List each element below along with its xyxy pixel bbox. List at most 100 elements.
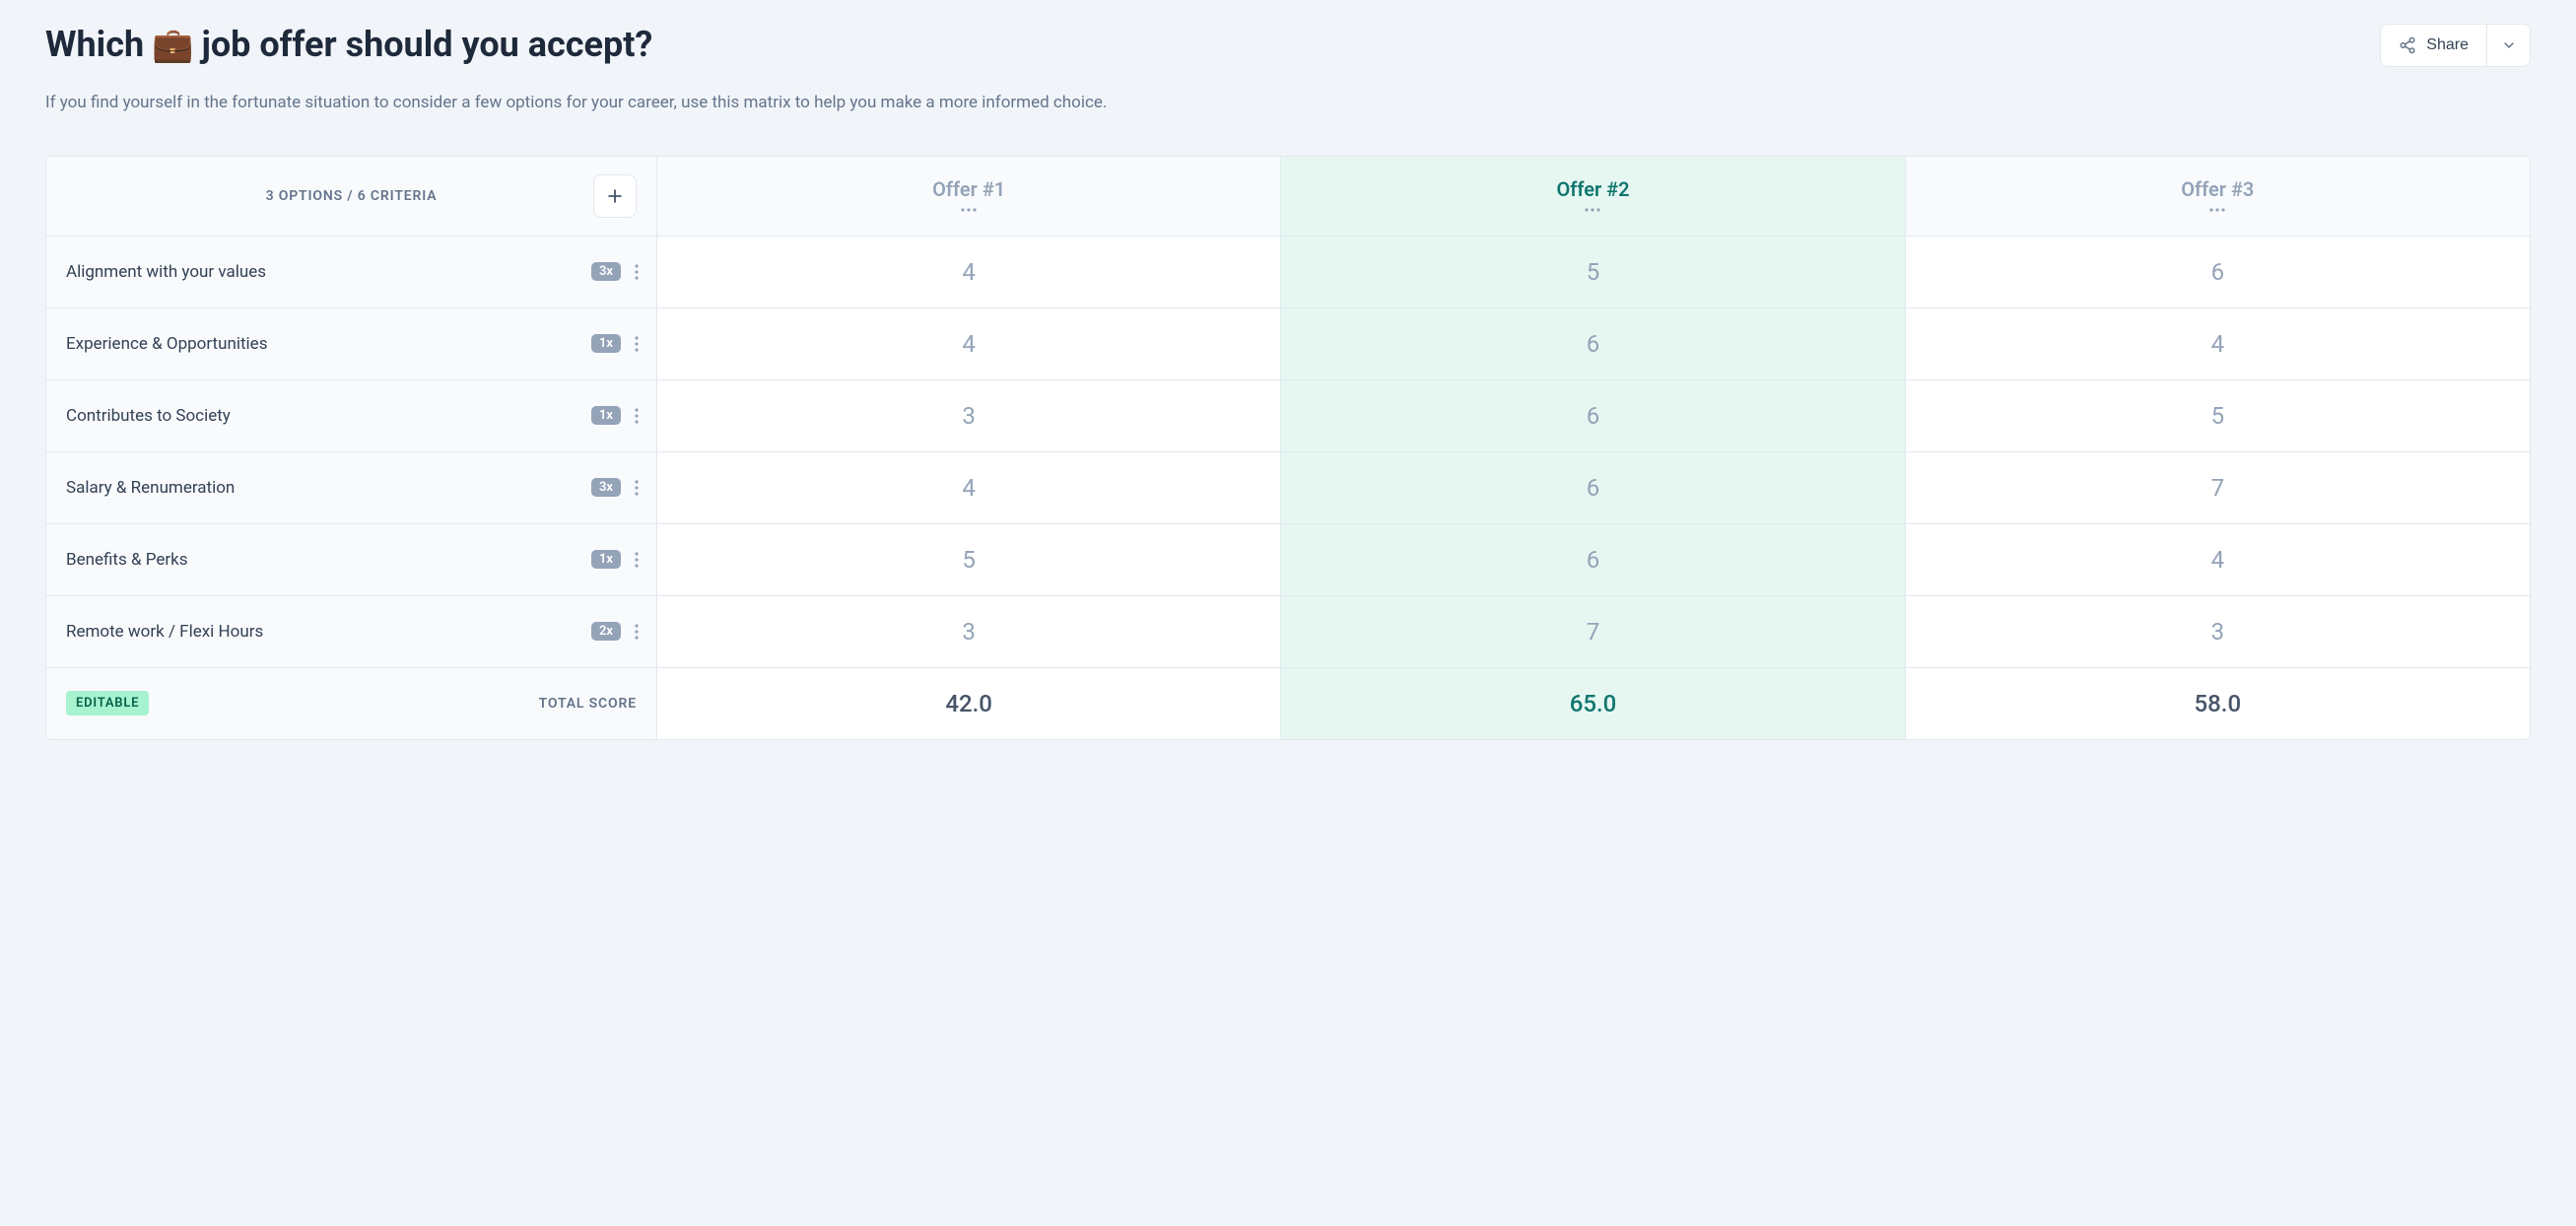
- more-vertical-icon: [635, 335, 639, 353]
- add-option-button[interactable]: [593, 174, 637, 218]
- option-header[interactable]: Offer #1: [657, 157, 1281, 236]
- criteria-weight-badge[interactable]: 1x: [591, 550, 621, 569]
- criteria-controls: 3x: [591, 259, 641, 285]
- score-value: 4: [962, 474, 976, 502]
- total-score-cell: 42.0: [657, 668, 1281, 739]
- more-vertical-icon: [635, 623, 639, 641]
- more-horizontal-icon: [2208, 207, 2226, 213]
- criteria-label: Contributes to Society: [66, 406, 231, 426]
- score-cell[interactable]: 3: [657, 596, 1281, 667]
- score-cell[interactable]: 6: [1906, 237, 2530, 307]
- score-value: 3: [2211, 618, 2225, 646]
- criteria-label: Salary & Renumeration: [66, 478, 235, 498]
- option-menu-button[interactable]: [1582, 205, 1603, 215]
- score-value: 5: [962, 546, 976, 574]
- score-value: 5: [1587, 258, 1600, 286]
- criteria-menu-button[interactable]: [633, 619, 641, 645]
- score-cell[interactable]: 6: [1281, 380, 1905, 451]
- more-horizontal-icon: [960, 207, 978, 213]
- total-score-cell: 65.0: [1281, 668, 1905, 739]
- score-cell[interactable]: 7: [1281, 596, 1905, 667]
- score-cell[interactable]: 5: [1281, 237, 1905, 307]
- share-button-group: Share: [2380, 24, 2531, 67]
- score-value: 4: [2211, 330, 2225, 358]
- criteria-label: Experience & Opportunities: [66, 334, 267, 354]
- criteria-controls: 2x: [591, 619, 641, 645]
- criteria-weight-badge[interactable]: 2x: [591, 622, 621, 641]
- score-value: 6: [1587, 474, 1600, 502]
- option-name: Offer #2: [1556, 177, 1629, 201]
- share-button[interactable]: Share: [2381, 25, 2486, 66]
- criteria-label: Alignment with your values: [66, 262, 266, 282]
- page-title: Which 💼 job offer should you accept?: [45, 24, 652, 66]
- criteria-menu-button[interactable]: [633, 547, 641, 573]
- score-cell[interactable]: 4: [657, 308, 1281, 379]
- more-vertical-icon: [635, 407, 639, 425]
- title-part-after: job offer should you accept?: [201, 24, 652, 66]
- criteria-cell[interactable]: Remote work / Flexi Hours 2x: [46, 596, 657, 667]
- score-value: 3: [962, 618, 976, 646]
- page-subtitle: If you find yourself in the fortunate si…: [45, 91, 2531, 116]
- option-name: Offer #1: [932, 177, 1005, 201]
- option-header[interactable]: Offer #3: [1906, 157, 2530, 236]
- criteria-cell[interactable]: Benefits & Perks 1x: [46, 524, 657, 595]
- total-score-label: TOTAL SCORE: [539, 696, 637, 712]
- criteria-controls: 1x: [591, 547, 641, 573]
- criteria-controls: 1x: [591, 331, 641, 357]
- criteria-menu-button[interactable]: [633, 403, 641, 429]
- score-value: 4: [962, 258, 976, 286]
- total-score-value: 42.0: [945, 690, 992, 717]
- criteria-controls: 3x: [591, 475, 641, 501]
- score-value: 4: [962, 330, 976, 358]
- score-cell[interactable]: 3: [1906, 596, 2530, 667]
- score-cell[interactable]: 5: [657, 524, 1281, 595]
- criteria-menu-button[interactable]: [633, 331, 641, 357]
- briefcase-icon: 💼: [152, 29, 193, 62]
- criteria-controls: 1x: [591, 403, 641, 429]
- score-value: 6: [1587, 330, 1600, 358]
- share-dropdown-button[interactable]: [2486, 25, 2530, 66]
- score-value: 7: [2211, 474, 2225, 502]
- score-value: 5: [2211, 402, 2225, 430]
- more-vertical-icon: [635, 551, 639, 569]
- score-cell[interactable]: 3: [657, 380, 1281, 451]
- criteria-label: Benefits & Perks: [66, 550, 188, 570]
- score-cell[interactable]: 4: [1906, 308, 2530, 379]
- share-button-label: Share: [2426, 36, 2469, 54]
- title-part-before: Which: [45, 24, 144, 66]
- criteria-label: Remote work / Flexi Hours: [66, 622, 263, 642]
- more-horizontal-icon: [1584, 207, 1601, 213]
- plus-icon: [605, 186, 625, 206]
- score-value: 6: [1587, 402, 1600, 430]
- score-cell[interactable]: 5: [1906, 380, 2530, 451]
- criteria-weight-badge[interactable]: 1x: [591, 334, 621, 353]
- score-cell[interactable]: 6: [1281, 308, 1905, 379]
- criteria-cell[interactable]: Alignment with your values 3x: [46, 237, 657, 307]
- criteria-weight-badge[interactable]: 3x: [591, 478, 621, 497]
- score-cell[interactable]: 7: [1906, 452, 2530, 523]
- total-score-value: 65.0: [1570, 690, 1617, 717]
- decision-matrix: 3 OPTIONS / 6 CRITERIA Offer #1 Offer #2 Of…: [45, 156, 2531, 740]
- criteria-weight-badge[interactable]: 1x: [591, 406, 621, 425]
- criteria-header-cell: 3 OPTIONS / 6 CRITERIA: [46, 157, 657, 236]
- share-icon: [2399, 36, 2416, 54]
- criteria-cell[interactable]: Salary & Renumeration 3x: [46, 452, 657, 523]
- criteria-cell[interactable]: Experience & Opportunities 1x: [46, 308, 657, 379]
- option-menu-button[interactable]: [958, 205, 980, 215]
- option-menu-button[interactable]: [2206, 205, 2228, 215]
- score-value: 4: [2211, 546, 2225, 574]
- score-cell[interactable]: 4: [1906, 524, 2530, 595]
- score-cell[interactable]: 6: [1281, 452, 1905, 523]
- footer-left-cell: EDITABLE TOTAL SCORE: [46, 668, 657, 739]
- criteria-menu-button[interactable]: [633, 259, 641, 285]
- criteria-weight-badge[interactable]: 3x: [591, 262, 621, 281]
- score-cell[interactable]: 4: [657, 452, 1281, 523]
- criteria-menu-button[interactable]: [633, 475, 641, 501]
- more-vertical-icon: [635, 479, 639, 497]
- score-cell[interactable]: 6: [1281, 524, 1905, 595]
- score-cell[interactable]: 4: [657, 237, 1281, 307]
- criteria-cell[interactable]: Contributes to Society 1x: [46, 380, 657, 451]
- editable-badge: EDITABLE: [66, 691, 149, 715]
- chevron-down-icon: [2501, 37, 2517, 53]
- option-header[interactable]: Offer #2: [1281, 157, 1905, 236]
